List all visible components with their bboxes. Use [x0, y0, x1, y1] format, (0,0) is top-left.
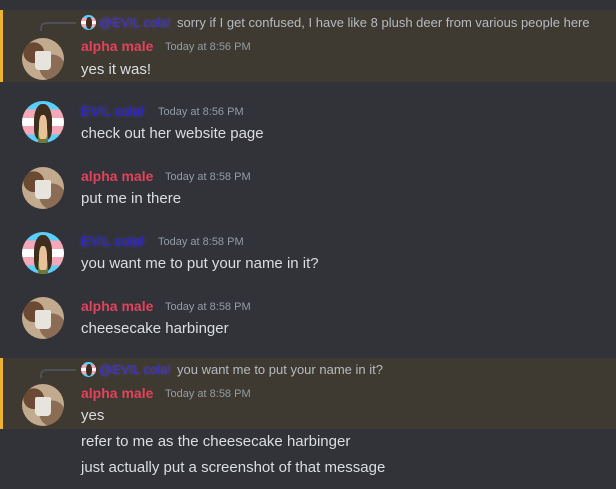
- message-text: cheesecake harbinger: [81, 320, 229, 337]
- message-text: you want me to put your name in it?: [81, 255, 319, 272]
- reply-avatar: [81, 362, 96, 377]
- message-group: alpha male Today at 8:58 PM put me in th…: [0, 164, 616, 216]
- author-name[interactable]: alpha male: [81, 298, 153, 314]
- message-group: EVIL cola! Today at 8:56 PM check out he…: [0, 98, 616, 150]
- avatar[interactable]: [22, 232, 64, 274]
- avatar[interactable]: [22, 38, 64, 80]
- avatar[interactable]: [22, 167, 64, 209]
- message-text: put me in there: [81, 190, 182, 207]
- message-text: yes it was!: [81, 61, 152, 78]
- timestamp: Today at 8:58 PM: [165, 171, 251, 183]
- author-name[interactable]: EVIL cola!: [81, 233, 144, 249]
- timestamp: Today at 8:56 PM: [165, 41, 251, 53]
- message-group: alpha male Today at 8:58 PM cheesecake h…: [0, 294, 616, 346]
- avatar[interactable]: [22, 297, 64, 339]
- reply-author[interactable]: @EVIL cola!: [99, 15, 171, 30]
- author-name[interactable]: alpha male: [81, 38, 153, 54]
- timestamp: Today at 8:58 PM: [158, 236, 244, 248]
- avatar[interactable]: [22, 384, 64, 426]
- author-name[interactable]: alpha male: [81, 385, 153, 401]
- message-group: EVIL cola! Today at 8:58 PM you want me …: [0, 229, 616, 281]
- reply-text[interactable]: sorry if I get confused, I have like 8 p…: [177, 15, 590, 30]
- reply-connector: [40, 369, 76, 378]
- message-continuation: refer to me as the cheesecake harbinger …: [0, 429, 616, 481]
- message-text: check out her website page: [81, 125, 264, 142]
- reply-author[interactable]: @EVIL cola!: [99, 362, 171, 377]
- message-text: yes: [81, 407, 105, 424]
- author-name[interactable]: alpha male: [81, 168, 153, 184]
- timestamp: Today at 8:58 PM: [165, 388, 251, 400]
- timestamp: Today at 8:56 PM: [158, 106, 244, 118]
- reply-text[interactable]: you want me to put your name in it?: [177, 362, 383, 377]
- message-group: @EVIL cola! you want me to put your name…: [0, 358, 616, 429]
- timestamp: Today at 8:58 PM: [165, 301, 251, 313]
- author-name[interactable]: EVIL cola!: [81, 103, 144, 119]
- avatar[interactable]: [22, 101, 64, 143]
- message-text: refer to me as the cheesecake harbinger: [81, 433, 351, 450]
- reply-avatar: [81, 15, 96, 30]
- message-group: @EVIL cola! sorry if I get confused, I h…: [0, 10, 616, 82]
- reply-connector: [40, 22, 76, 31]
- message-text: just actually put a screenshot of that m…: [81, 459, 386, 476]
